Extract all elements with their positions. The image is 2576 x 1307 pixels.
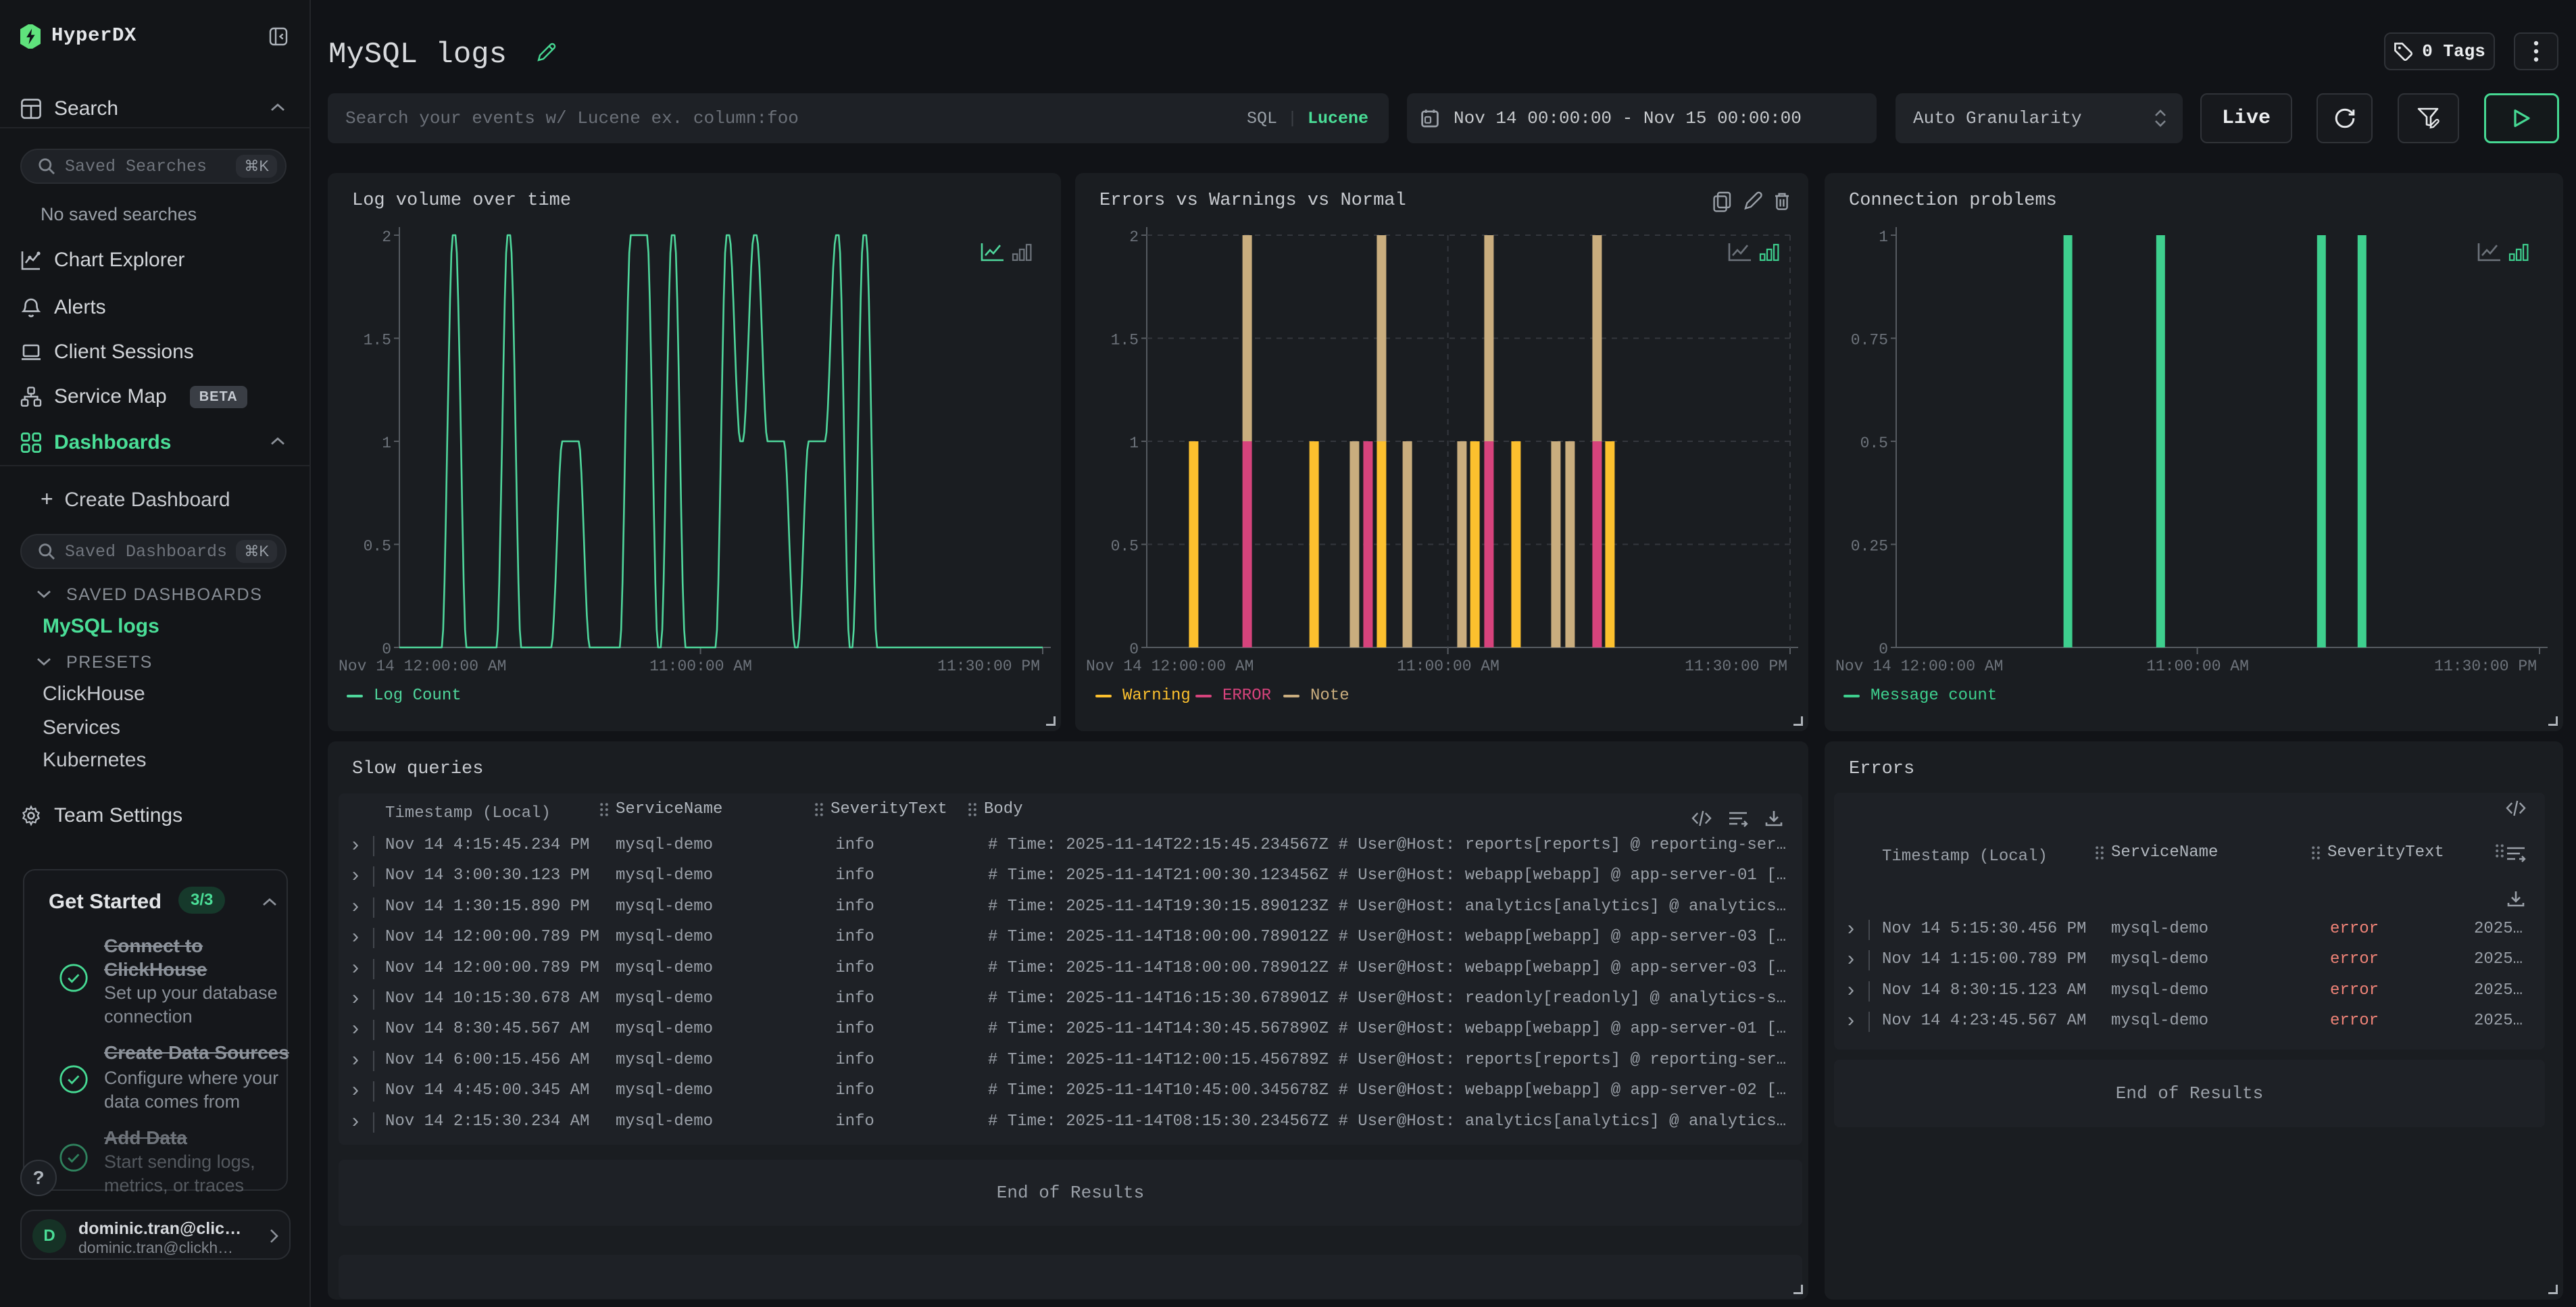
svg-text:1.5: 1.5 <box>364 332 391 349</box>
svg-text:Nov 14 12:00:00 AM: Nov 14 12:00:00 AM <box>1835 658 2003 675</box>
svg-text:0: 0 <box>1129 641 1139 658</box>
svg-text:Nov 14 12:00:00 AM: Nov 14 12:00:00 AM <box>339 658 506 675</box>
svg-text:11:30:00 PM: 11:30:00 PM <box>1685 658 1787 675</box>
svg-text:0.25: 0.25 <box>1851 538 1888 556</box>
svg-text:0: 0 <box>382 641 391 658</box>
svg-text:11:30:00 PM: 11:30:00 PM <box>2434 658 2537 675</box>
svg-text:11:00:00 AM: 11:00:00 AM <box>649 658 752 675</box>
svg-text:0.75: 0.75 <box>1851 332 1888 349</box>
svg-text:11:00:00 AM: 11:00:00 AM <box>2146 658 2249 675</box>
svg-text:0: 0 <box>1879 641 1888 658</box>
svg-text:Nov 14 12:00:00 AM: Nov 14 12:00:00 AM <box>1086 658 1254 675</box>
svg-text:1: 1 <box>1129 435 1139 452</box>
svg-text:1.5: 1.5 <box>1111 332 1139 349</box>
svg-text:1: 1 <box>1879 228 1888 246</box>
svg-text:2: 2 <box>1129 228 1139 246</box>
svg-text:0.5: 0.5 <box>364 538 391 556</box>
svg-text:2: 2 <box>382 228 391 246</box>
svg-text:1: 1 <box>382 435 391 452</box>
svg-text:0.5: 0.5 <box>1860 435 1888 452</box>
svg-text:11:30:00 PM: 11:30:00 PM <box>937 658 1040 675</box>
svg-text:11:00:00 AM: 11:00:00 AM <box>1397 658 1500 675</box>
svg-text:0.5: 0.5 <box>1111 538 1139 556</box>
